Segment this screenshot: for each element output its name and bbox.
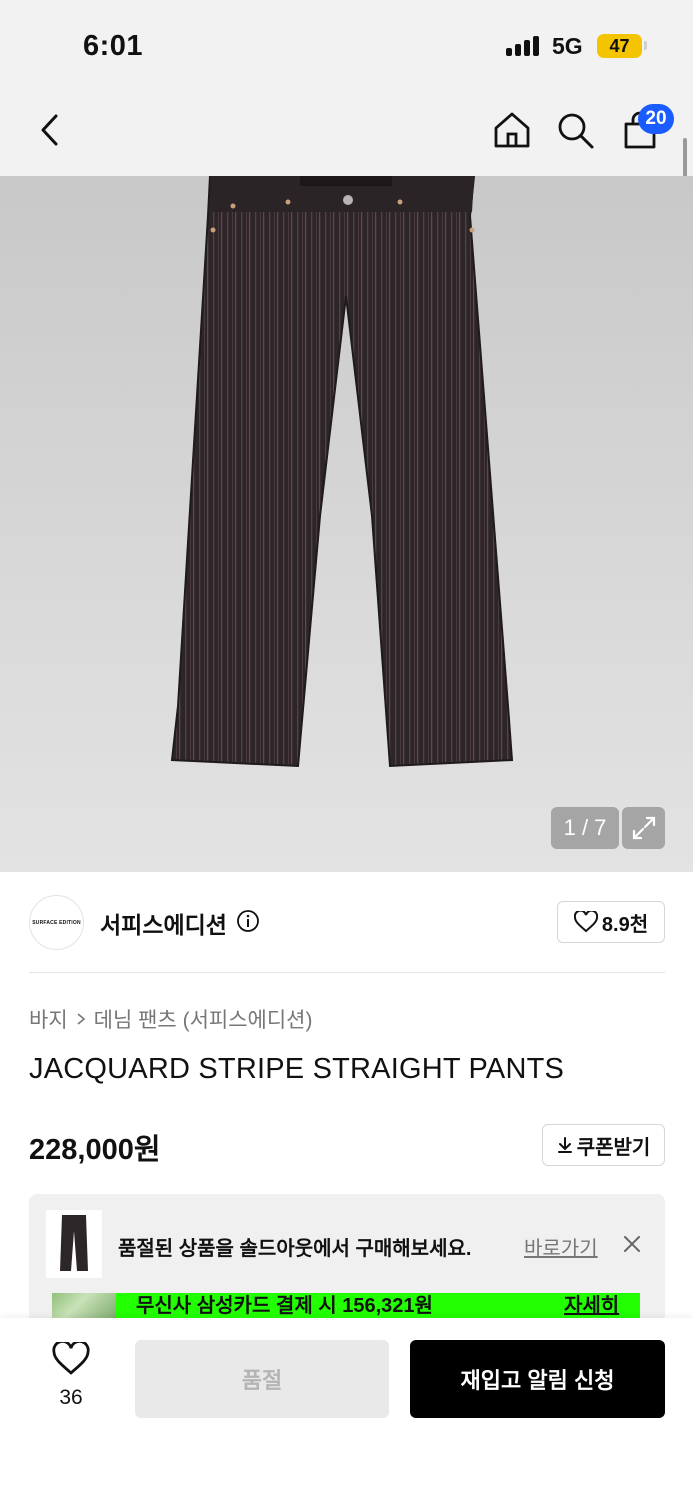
soldout-banner-text: 품절된 상품을 솔드아웃에서 구매해보세요. [118,1238,472,1260]
product-price: 228,000원 [29,1134,161,1166]
heart-icon [573,911,598,933]
product-image[interactable] [0,176,693,872]
promo-text: 무신사 삼성카드 결제 시 156,321원 [136,1295,433,1317]
image-counter: 1 / 7 [551,807,619,849]
breadcrumb: 바지 데님 팬츠 (서피스에디션) [29,1004,313,1034]
home-icon [494,112,530,148]
network-type: 5G [552,33,583,59]
divider [29,972,665,973]
promo-more-link[interactable]: 자세히 [564,1293,619,1319]
download-icon [557,1137,572,1153]
soldout-button: 품절 [135,1340,389,1418]
coupon-button[interactable]: 쿠폰받기 [542,1124,665,1166]
brand-name[interactable]: 서피스에디션 [100,906,227,940]
battery-tip [644,41,647,50]
expand-button[interactable] [622,807,665,849]
pants-thumbnail [60,1215,88,1271]
info-icon[interactable] [236,909,260,933]
back-button[interactable] [28,108,72,152]
breadcrumb-item-category[interactable]: 바지 [29,1004,68,1034]
cart-count-badge: 20 [638,104,674,134]
promo-image [52,1293,116,1321]
soldout-go-link[interactable]: 바로가기 [524,1232,598,1261]
wishlist-count: 36 [59,1386,83,1409]
battery-icon: 47 [597,34,642,58]
signal-icon [506,36,542,56]
home-button[interactable] [490,108,534,152]
brand-logo-text: SURFACE EDITION [32,919,81,926]
brand-like-count: 8.9천 [601,913,649,936]
heart-icon [52,1340,90,1375]
search-button[interactable] [553,108,597,152]
pants-image [170,176,514,768]
top-bar: 6:01 5G 47 20 [0,0,693,176]
expand-icon [632,816,655,840]
product-title: JACQUARD STRIPE STRAIGHT PANTS [29,1053,565,1085]
brand-logo[interactable]: SURFACE EDITION [29,895,84,950]
card-promo-banner[interactable]: 무신사 삼성카드 결제 시 156,321원 자세히 [52,1293,640,1321]
close-icon[interactable] [622,1234,642,1254]
coupon-label: 쿠폰받기 [576,1136,651,1159]
search-icon [558,113,594,149]
chevron-left-icon [41,114,58,146]
restock-alert-button[interactable]: 재입고 알림 신청 [410,1340,665,1418]
brand-like-button[interactable]: 8.9천 [557,901,665,943]
breadcrumb-item-subcategory[interactable]: 데님 팬츠 (서피스에디션) [94,1004,313,1034]
status-time: 6:01 [83,30,144,62]
chevron-right-icon [77,1013,85,1025]
banner-thumbnail [46,1210,102,1278]
